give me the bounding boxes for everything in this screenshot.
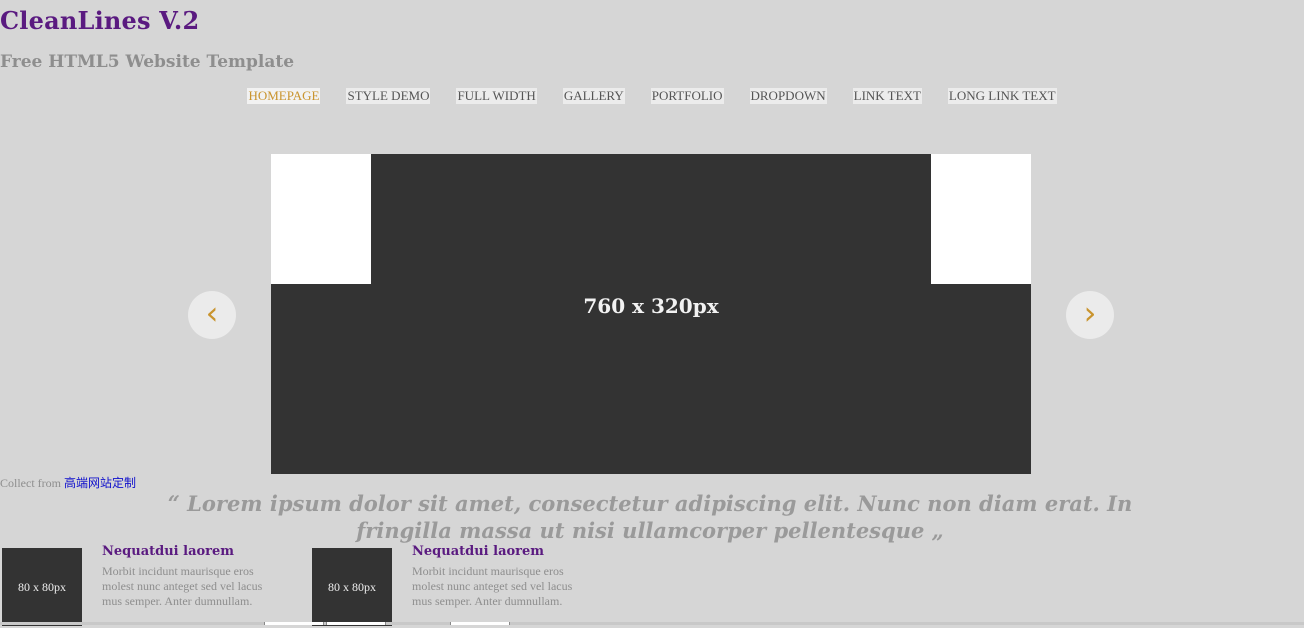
nav-item-dropdown[interactable]: DROPDOWN bbox=[749, 88, 827, 104]
slide-corner-right bbox=[931, 154, 1031, 284]
slider-next-button[interactable]: › bbox=[1066, 291, 1114, 339]
collect-credit: Collect from 高端网站定制 bbox=[0, 474, 136, 491]
collect-link[interactable]: 高端网站定制 bbox=[64, 476, 136, 490]
nav-item-link-text[interactable]: LINK TEXT bbox=[852, 88, 922, 104]
slide-placeholder-label: 760 x 320px bbox=[583, 294, 719, 318]
site-subtitle: Free HTML5 Website Template bbox=[0, 52, 295, 72]
nav-item-style-demo[interactable]: STYLE DEMO bbox=[346, 88, 431, 104]
feature-body: Morbit incidunt maurisque eros molest nu… bbox=[102, 564, 263, 608]
feature-thumbnail: 80 x 80px bbox=[312, 548, 392, 626]
chevron-right-icon: › bbox=[1083, 294, 1097, 332]
chevron-left-icon: ‹ bbox=[205, 294, 219, 332]
slider-prev-button[interactable]: ‹ bbox=[188, 291, 236, 339]
feature-item: 80 x 80px Nequatdui laorem Morbit incidu… bbox=[0, 544, 300, 628]
nav-item-long-link-text[interactable]: LONG LINK TEXT bbox=[947, 88, 1057, 104]
feature-body: Morbit incidunt maurisque eros molest nu… bbox=[412, 564, 573, 608]
quote-text: “ Lorem ipsum dolor sit amet, consectetu… bbox=[167, 491, 1133, 543]
slide-corner-left bbox=[271, 154, 371, 284]
site-title[interactable]: CleanLines V.2 bbox=[0, 6, 199, 35]
nav-item-portfolio[interactable]: PORTFOLIO bbox=[650, 88, 724, 104]
nav-item-full-width[interactable]: FULL WIDTH bbox=[456, 88, 537, 104]
nav-item-homepage[interactable]: HOMEPAGE bbox=[247, 88, 321, 104]
feature-title[interactable]: Nequatdui laorem bbox=[102, 544, 234, 559]
feature-item: 80 x 80px Nequatdui laorem Morbit incidu… bbox=[310, 544, 610, 628]
main-nav: HOMEPAGE STYLE DEMO FULL WIDTH GALLERY P… bbox=[0, 88, 1304, 104]
feature-thumbnail: 80 x 80px bbox=[2, 548, 82, 626]
image-slider[interactable]: 760 x 320px bbox=[271, 154, 1031, 474]
feature-title[interactable]: Nequatdui laorem bbox=[412, 544, 544, 559]
collect-prefix: Collect from bbox=[0, 476, 61, 490]
nav-item-gallery[interactable]: GALLERY bbox=[562, 88, 625, 104]
